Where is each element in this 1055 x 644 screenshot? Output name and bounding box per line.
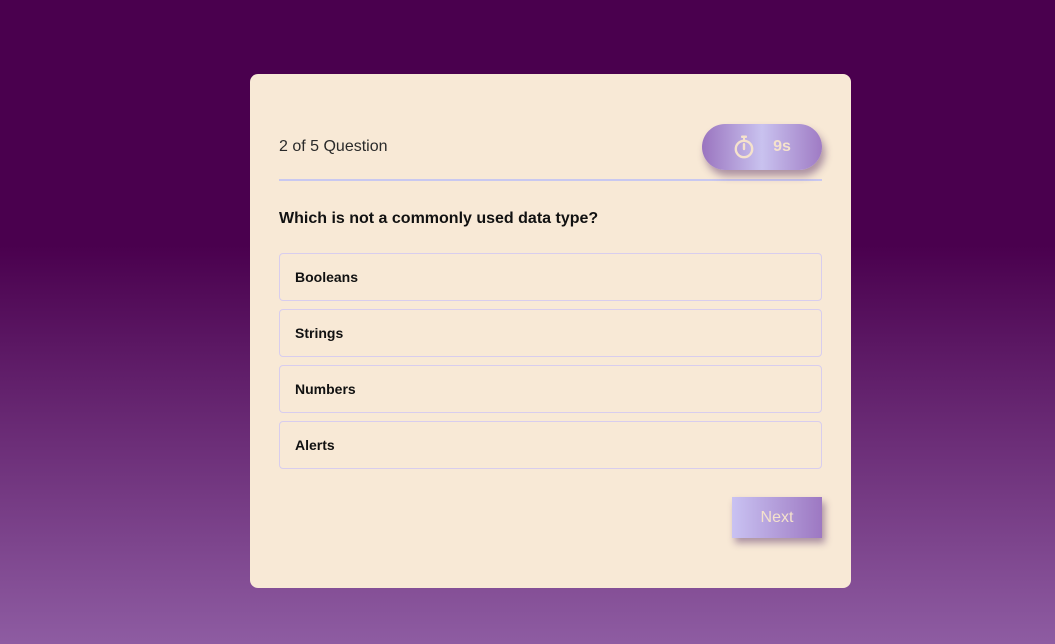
quiz-header: 2 of 5 Question 9s (279, 74, 822, 181)
answer-option-numbers[interactable]: Numbers (279, 365, 822, 413)
timer-value: 9s (773, 138, 791, 155)
answer-option-alerts[interactable]: Alerts (279, 421, 822, 469)
answer-option-strings[interactable]: Strings (279, 309, 822, 357)
question-progress: 2 of 5 Question (279, 138, 388, 155)
answer-option-booleans[interactable]: Booleans (279, 253, 822, 301)
question-text: Which is not a commonly used data type? (279, 210, 599, 227)
timer-badge: 9s (702, 124, 822, 170)
quiz-card: 2 of 5 Question 9s Which is not a common… (250, 74, 851, 588)
answer-options: Booleans Strings Numbers Alerts (279, 253, 822, 477)
next-button[interactable]: Next (732, 497, 822, 538)
stopwatch-icon (734, 135, 754, 159)
